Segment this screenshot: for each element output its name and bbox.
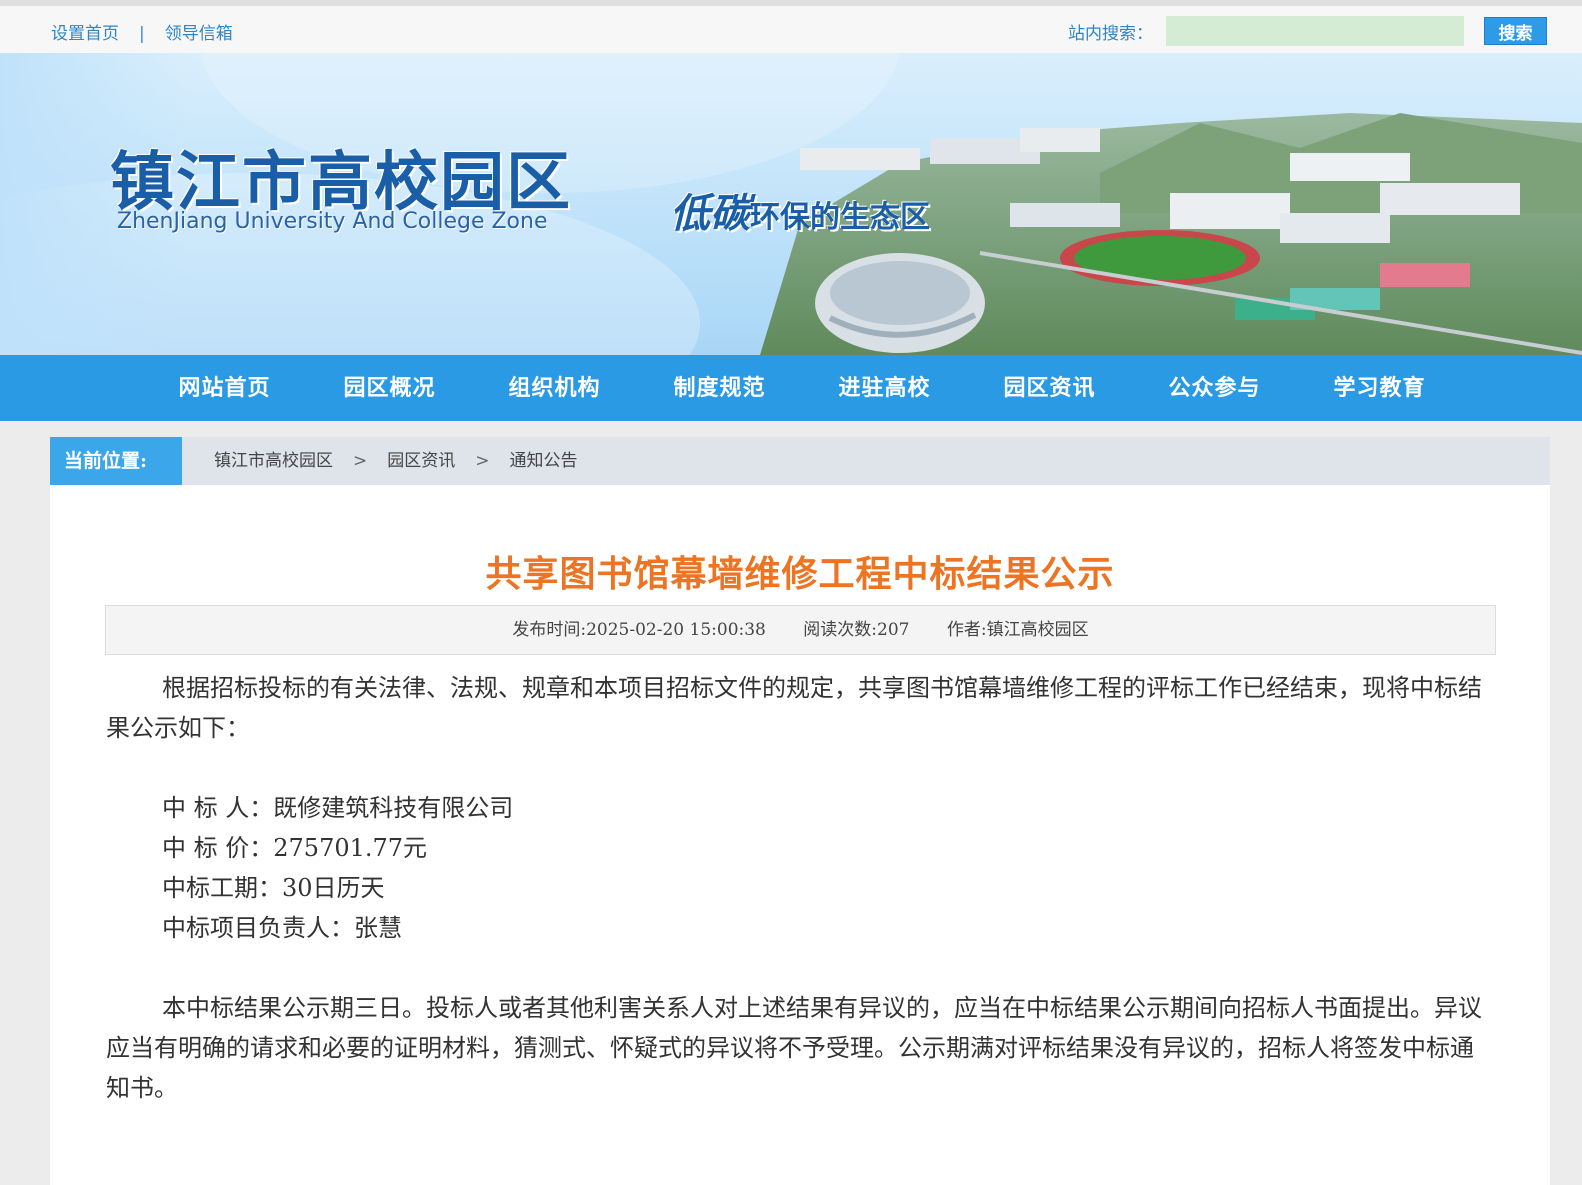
chevron-right-icon: > (353, 451, 368, 471)
breadcrumb-item-notices[interactable]: 通知公告 (510, 437, 578, 485)
header-banner: 镇江市高校园区 ZhenJiang University And College… (0, 53, 1582, 355)
slogan-highlight: 低碳 (670, 191, 750, 237)
site-logo-en: ZhenJiang University And College Zone (117, 209, 548, 234)
banner-slogan: 低碳环保的生态区 (670, 181, 930, 239)
breadcrumb-item-news[interactable]: 园区资讯 (387, 437, 455, 485)
article-body: 根据招标投标的有关法律、法规、规章和本项目招标文件的规定，共享图书馆幕墙维修工程… (106, 668, 1496, 1108)
nav-item-home[interactable]: 网站首页 (142, 355, 307, 421)
article-paragraph: 本中标结果公示期三日。投标人或者其他利害关系人对上述结果有异议的，应当在中标结果… (106, 994, 1482, 1102)
breadcrumb-label: 当前位置: (50, 437, 182, 485)
nav-item-education[interactable]: 学习教育 (1297, 355, 1462, 421)
search-button[interactable]: 搜索 (1484, 17, 1547, 45)
leader-mailbox-link[interactable]: 领导信箱 (165, 19, 233, 44)
winner-line: 中 标 人：既修建筑科技有限公司 (162, 794, 514, 822)
set-home-link[interactable]: 设置首页 (51, 19, 119, 44)
top-bar: 设置首页 | 领导信箱 站内搜索： 搜索 (0, 0, 1582, 53)
article-content: 共享图书馆幕墙维修工程中标结果公示 发布时间:2025-02-20 15:00:… (50, 485, 1550, 1185)
manager-line: 中标项目负责人：张慧 (162, 914, 402, 942)
nav-item-overview[interactable]: 园区概况 (307, 355, 472, 421)
publish-time: 发布时间:2025-02-20 15:00:38 (512, 620, 766, 640)
nav-item-organization[interactable]: 组织机构 (472, 355, 637, 421)
breadcrumb: 当前位置: 镇江市高校园区 > 园区资讯 > 通知公告 (50, 437, 1550, 485)
nav-item-public[interactable]: 公众参与 (1132, 355, 1297, 421)
main-nav: 网站首页 园区概况 组织机构 制度规范 进驻高校 园区资讯 公众参与 学习教育 (0, 355, 1582, 421)
article-title: 共享图书馆幕墙维修工程中标结果公示 (485, 553, 1115, 595)
read-count: 阅读次数:207 (803, 620, 910, 640)
top-links: 设置首页 | 领导信箱 (51, 19, 233, 44)
article-paragraph: 根据招标投标的有关法律、法规、规章和本项目招标文件的规定，共享图书馆幕墙维修工程… (106, 674, 1482, 742)
chevron-right-icon: > (475, 451, 490, 471)
nav-item-news[interactable]: 园区资讯 (967, 355, 1132, 421)
nav-item-universities[interactable]: 进驻高校 (802, 355, 967, 421)
slogan-text: 环保的生态区 (750, 200, 930, 235)
article-author: 作者:镇江高校园区 (946, 620, 1089, 640)
duration-line: 中标工期：30日历天 (162, 874, 385, 902)
top-links-separator: | (139, 24, 145, 44)
article-meta: 发布时间:2025-02-20 15:00:38 阅读次数:207 作者:镇江高… (105, 605, 1496, 655)
breadcrumb-item-home[interactable]: 镇江市高校园区 (214, 437, 333, 485)
price-line: 中 标 价：275701.77元 (162, 834, 428, 862)
nav-item-regulations[interactable]: 制度规范 (637, 355, 802, 421)
search-input[interactable] (1166, 16, 1464, 46)
search-label: 站内搜索： (1068, 24, 1153, 44)
